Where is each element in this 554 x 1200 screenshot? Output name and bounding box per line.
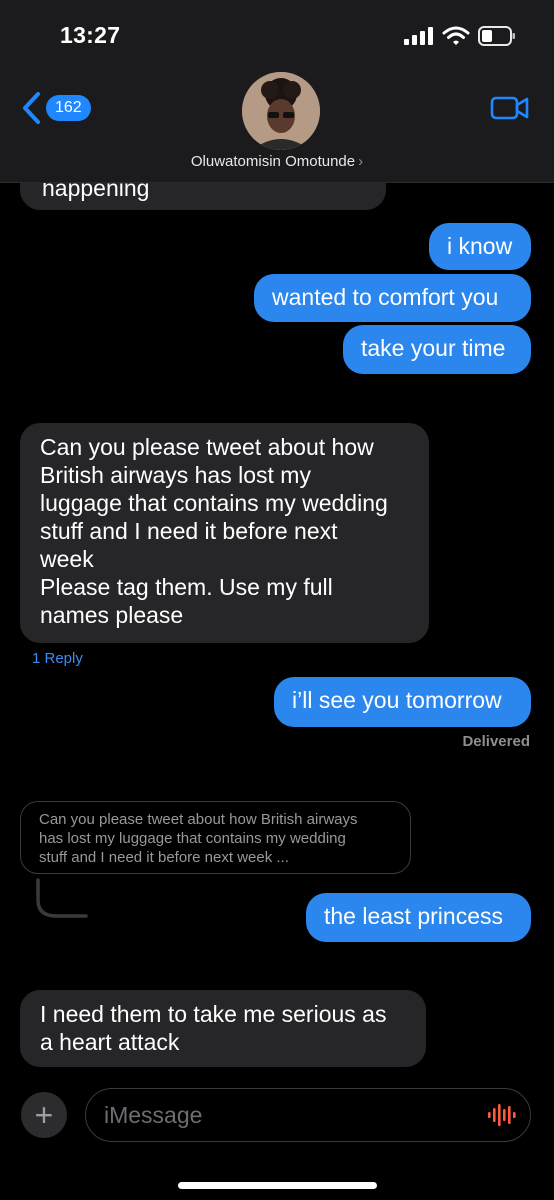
message-line: a heart attack [40,1029,180,1055]
reply-thread-connector [36,878,88,918]
quoted-line: Can you please tweet about how British a… [39,811,358,828]
home-indicator[interactable] [178,1182,377,1189]
quoted-line: stuff and I need it before next week ... [39,849,289,866]
contact-avatar[interactable] [242,72,320,150]
message-bubble-received[interactable]: I need them to take me serious as a hear… [20,990,426,1067]
plus-button[interactable]: + [21,1092,67,1138]
quoted-message-preview[interactable]: Can you please tweet about how British a… [20,801,411,874]
back-button[interactable]: 162 [22,92,91,124]
message-bubble-sent[interactable]: wanted to comfort you [254,274,531,322]
chevron-left-icon [23,92,40,124]
message-input[interactable] [85,1088,531,1142]
avatar-photo [242,72,320,150]
message-line: British airways has lost my [40,462,311,488]
wifi-icon [442,26,470,45]
message-line: Can you please tweet about how [40,434,374,460]
quoted-line: has lost my luggage that contains my wed… [39,830,346,847]
compose-bar: + [0,1080,554,1150]
message-line: Please tag them. Use my full [40,574,333,600]
message-line: luggage that contains my wedding [40,490,388,516]
message-bubble-received[interactable]: Can you please tweet about how British a… [20,423,429,643]
message-text: i know [447,233,513,259]
status-bar: 13:27 [0,0,554,70]
message-line: names please [40,602,184,628]
chevron-right-icon: › [358,153,364,170]
message-bubble-sent[interactable]: take your time [343,325,531,374]
message-line: week [40,546,94,572]
message-line: stuff and I need it before next [40,518,338,544]
message-text: i’ll see you tomorrow [292,687,502,713]
message-text: take your time [361,335,506,361]
cellular-signal-icon [404,27,433,45]
unread-count-badge: 162 [46,95,91,121]
audio-waveform-icon[interactable] [486,1102,516,1128]
plus-icon: + [34,1096,54,1133]
message-bubble-sent[interactable]: the least princess [306,893,531,942]
battery-icon [478,26,515,46]
contact-name-text: Oluwatomisin Omotunde [190,153,356,170]
delivery-status: Delivered [462,733,530,750]
status-time: 13:27 [60,22,121,48]
video-camera-icon[interactable] [490,94,530,122]
message-bubble-sent[interactable]: i’ll see you tomorrow [274,677,531,727]
message-text: the least princess [324,903,503,929]
contact-name[interactable]: Oluwatomisin Omotunde › [0,153,554,170]
message-line: I need them to take me serious as [40,1001,387,1027]
message-bubble-sent[interactable]: i know [429,223,531,270]
message-text: wanted to comfort you [272,284,499,310]
reply-count-link[interactable]: 1 Reply [32,650,83,667]
